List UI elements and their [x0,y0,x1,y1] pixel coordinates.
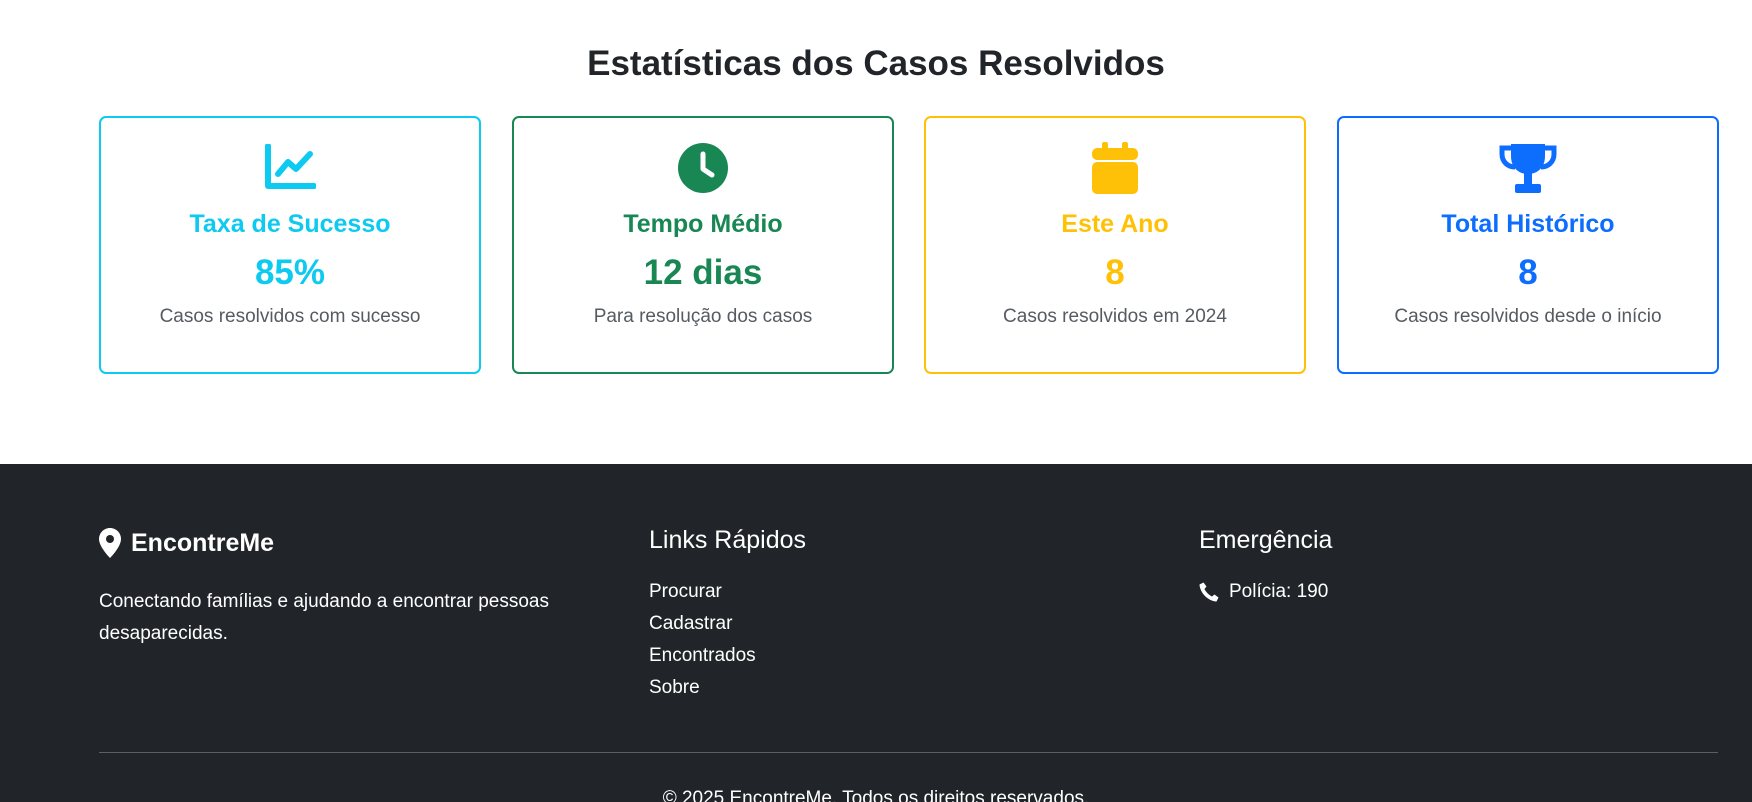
phone-icon [1199,582,1219,602]
stat-card-title: Total Histórico [1441,210,1615,238]
footer: EncontreMe Conectando famílias e ajudand… [0,464,1752,802]
stat-card-value: 12 dias [643,253,763,292]
stat-card-value: 8 [1518,253,1538,292]
list-item: Procurar [649,576,756,608]
link-cadastrar[interactable]: Cadastrar [649,613,732,634]
trophy-icon [1339,140,1717,196]
chart-line-icon [101,140,479,196]
map-pin-icon [99,528,121,558]
list-item: Cadastrar [649,608,756,640]
stat-card-title: Tempo Médio [623,210,783,238]
footer-brand: EncontreMe [99,528,274,558]
calendar-icon [926,140,1304,196]
copyright-text: © 2025 EncontreMe. Todos os direitos res… [662,788,1090,802]
brand-name: EncontreMe [131,528,275,557]
stat-card-total-history: Total Histórico 8 Casos resolvidos desde… [1337,116,1719,374]
stat-card-title: Taxa de Sucesso [189,210,391,238]
stat-card-title: Este Ano [1061,210,1169,238]
link-procurar[interactable]: Procurar [649,581,722,602]
footer-divider [99,752,1718,753]
link-sobre[interactable]: Sobre [649,677,700,698]
quick-links-list: Procurar Cadastrar Encontrados Sobre [649,576,756,704]
stat-card-average-time: Tempo Médio 12 dias Para resolução dos c… [512,116,894,374]
stats-section: Estatísticas dos Casos Resolvidos Taxa d… [0,0,1752,464]
brand-description: Conectando famílias e ajudando a encontr… [99,591,549,644]
stat-card-description: Para resolução dos casos [593,306,813,327]
stat-card-this-year: Este Ano 8 Casos resolvidos em 2024 [924,116,1306,374]
stat-card-value: 8 [1105,253,1125,292]
link-encontrados[interactable]: Encontrados [649,645,756,666]
emergency-item: Polícia: 190 [1199,576,1328,608]
stat-card-description: Casos resolvidos desde o início [1394,306,1662,327]
stat-card-description: Casos resolvidos com sucesso [159,306,421,327]
stat-card-value: 85% [254,253,326,292]
emergency-police-number: Polícia: 190 [1229,581,1329,602]
stats-title: Estatísticas dos Casos Resolvidos [587,44,1165,83]
clock-icon [514,140,892,196]
emergency-title: Emergência [1199,526,1333,554]
stat-card-success-rate: Taxa de Sucesso 85% Casos resolvidos com… [99,116,481,374]
list-item: Sobre [649,672,756,704]
stat-card-description: Casos resolvidos em 2024 [1003,306,1227,327]
list-item: Encontrados [649,640,756,672]
quick-links-title: Links Rápidos [649,526,807,554]
